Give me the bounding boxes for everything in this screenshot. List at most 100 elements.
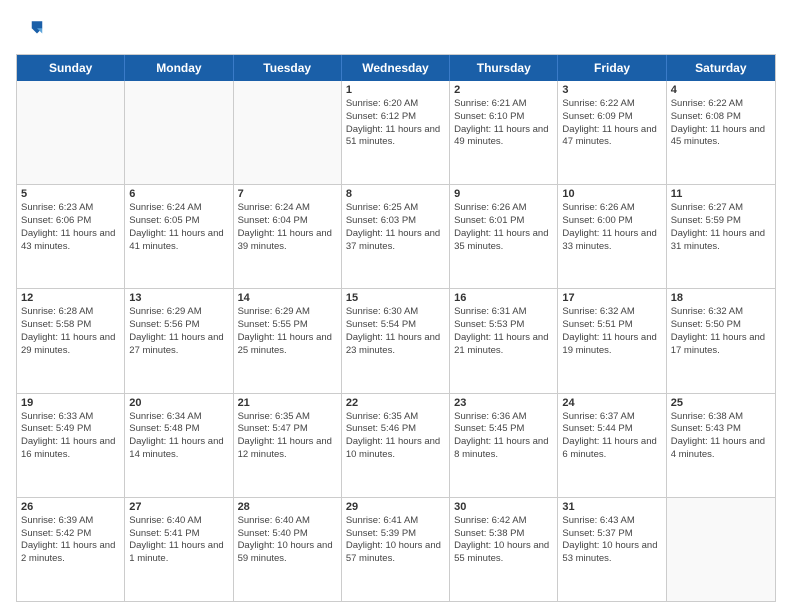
day-cell-23: 23 Sunrise: 6:36 AMSunset: 5:45 PMDayligh… (450, 394, 558, 497)
day-cell-31: 31 Sunrise: 6:43 AMSunset: 5:37 PMDayligh… (558, 498, 666, 601)
day-number: 9 (454, 188, 553, 200)
day-info: Sunrise: 6:25 AMSunset: 6:03 PMDaylight:… (346, 202, 445, 253)
day-number: 14 (238, 292, 337, 304)
day-info: Sunrise: 6:20 AMSunset: 6:12 PMDaylight:… (346, 98, 445, 149)
day-info: Sunrise: 6:23 AMSunset: 6:06 PMDaylight:… (21, 202, 120, 253)
empty-cell (17, 81, 125, 184)
day-number: 8 (346, 188, 445, 200)
calendar: SundayMondayTuesdayWednesdayThursdayFrid… (16, 54, 776, 602)
calendar-week-1: 1 Sunrise: 6:20 AMSunset: 6:12 PMDaylight… (17, 81, 775, 185)
day-info: Sunrise: 6:32 AMSunset: 5:51 PMDaylight:… (562, 306, 661, 357)
day-number: 12 (21, 292, 120, 304)
day-info: Sunrise: 6:35 AMSunset: 5:46 PMDaylight:… (346, 411, 445, 462)
day-info: Sunrise: 6:27 AMSunset: 5:59 PMDaylight:… (671, 202, 771, 253)
day-info: Sunrise: 6:34 AMSunset: 5:48 PMDaylight:… (129, 411, 228, 462)
day-cell-20: 20 Sunrise: 6:34 AMSunset: 5:48 PMDayligh… (125, 394, 233, 497)
day-info: Sunrise: 6:32 AMSunset: 5:50 PMDaylight:… (671, 306, 771, 357)
day-info: Sunrise: 6:41 AMSunset: 5:39 PMDaylight:… (346, 515, 445, 566)
day-number: 11 (671, 188, 771, 200)
day-info: Sunrise: 6:26 AMSunset: 6:01 PMDaylight:… (454, 202, 553, 253)
day-cell-3: 3 Sunrise: 6:22 AMSunset: 6:09 PMDaylight… (558, 81, 666, 184)
day-number: 15 (346, 292, 445, 304)
empty-cell (667, 498, 775, 601)
day-cell-6: 6Sunrise: 6:24 AMSunset: 6:05 PMDaylight… (125, 185, 233, 288)
day-number: 18 (671, 292, 771, 304)
day-cell-7: 7 Sunrise: 6:24 AMSunset: 6:04 PMDaylight… (234, 185, 342, 288)
day-number: 30 (454, 501, 553, 513)
day-number: 19 (21, 397, 120, 409)
day-cell-30: 30 Sunrise: 6:42 AMSunset: 5:38 PMDayligh… (450, 498, 558, 601)
calendar-week-4: 19Sunrise: 6:33 AMSunset: 5:49 PMDayligh… (17, 394, 775, 498)
day-number: 6 (129, 188, 228, 200)
day-cell-1: 1 Sunrise: 6:20 AMSunset: 6:12 PMDaylight… (342, 81, 450, 184)
day-number: 3 (562, 84, 661, 96)
day-cell-17: 17 Sunrise: 6:32 AMSunset: 5:51 PMDayligh… (558, 289, 666, 392)
day-info: Sunrise: 6:36 AMSunset: 5:45 PMDaylight:… (454, 411, 553, 462)
day-info: Sunrise: 6:31 AMSunset: 5:53 PMDaylight:… (454, 306, 553, 357)
calendar-week-2: 5 Sunrise: 6:23 AMSunset: 6:06 PMDaylight… (17, 185, 775, 289)
day-number: 24 (562, 397, 661, 409)
day-number: 17 (562, 292, 661, 304)
empty-cell (234, 81, 342, 184)
logo-icon (16, 16, 44, 44)
day-cell-12: 12 Sunrise: 6:28 AMSunset: 5:58 PMDayligh… (17, 289, 125, 392)
day-info: Sunrise: 6:42 AMSunset: 5:38 PMDaylight:… (454, 515, 553, 566)
header-day-thursday: Thursday (450, 55, 558, 81)
day-number: 26 (21, 501, 120, 513)
day-cell-18: 18 Sunrise: 6:32 AMSunset: 5:50 PMDayligh… (667, 289, 775, 392)
day-cell-11: 11 Sunrise: 6:27 AMSunset: 5:59 PMDayligh… (667, 185, 775, 288)
header-day-monday: Monday (125, 55, 233, 81)
day-number: 16 (454, 292, 553, 304)
day-cell-8: 8 Sunrise: 6:25 AMSunset: 6:03 PMDaylight… (342, 185, 450, 288)
day-info: Sunrise: 6:29 AMSunset: 5:55 PMDaylight:… (238, 306, 337, 357)
day-info: Sunrise: 6:22 AMSunset: 6:08 PMDaylight:… (671, 98, 771, 149)
day-number: 20 (129, 397, 228, 409)
day-info: Sunrise: 6:39 AMSunset: 5:42 PMDaylight:… (21, 515, 120, 566)
day-cell-25: 25 Sunrise: 6:38 AMSunset: 5:43 PMDayligh… (667, 394, 775, 497)
day-cell-19: 19Sunrise: 6:33 AMSunset: 5:49 PMDayligh… (17, 394, 125, 497)
day-info: Sunrise: 6:29 AMSunset: 5:56 PMDaylight:… (129, 306, 228, 357)
day-info: Sunrise: 6:22 AMSunset: 6:09 PMDaylight:… (562, 98, 661, 149)
day-cell-22: 22Sunrise: 6:35 AMSunset: 5:46 PMDayligh… (342, 394, 450, 497)
day-info: Sunrise: 6:26 AMSunset: 6:00 PMDaylight:… (562, 202, 661, 253)
header-day-friday: Friday (558, 55, 666, 81)
calendar-header: SundayMondayTuesdayWednesdayThursdayFrid… (17, 55, 775, 81)
day-info: Sunrise: 6:21 AMSunset: 6:10 PMDaylight:… (454, 98, 553, 149)
day-info: Sunrise: 6:38 AMSunset: 5:43 PMDaylight:… (671, 411, 771, 462)
day-cell-29: 29 Sunrise: 6:41 AMSunset: 5:39 PMDayligh… (342, 498, 450, 601)
day-number: 7 (238, 188, 337, 200)
day-info: Sunrise: 6:24 AMSunset: 6:04 PMDaylight:… (238, 202, 337, 253)
day-cell-21: 21 Sunrise: 6:35 AMSunset: 5:47 PMDayligh… (234, 394, 342, 497)
day-cell-27: 27Sunrise: 6:40 AMSunset: 5:41 PMDayligh… (125, 498, 233, 601)
day-info: Sunrise: 6:40 AMSunset: 5:40 PMDaylight:… (238, 515, 337, 566)
day-number: 25 (671, 397, 771, 409)
day-cell-16: 16 Sunrise: 6:31 AMSunset: 5:53 PMDayligh… (450, 289, 558, 392)
day-number: 31 (562, 501, 661, 513)
day-number: 29 (346, 501, 445, 513)
day-info: Sunrise: 6:28 AMSunset: 5:58 PMDaylight:… (21, 306, 120, 357)
day-number: 2 (454, 84, 553, 96)
day-number: 10 (562, 188, 661, 200)
day-info: Sunrise: 6:37 AMSunset: 5:44 PMDaylight:… (562, 411, 661, 462)
day-cell-2: 2 Sunrise: 6:21 AMSunset: 6:10 PMDaylight… (450, 81, 558, 184)
day-info: Sunrise: 6:43 AMSunset: 5:37 PMDaylight:… (562, 515, 661, 566)
day-cell-24: 24 Sunrise: 6:37 AMSunset: 5:44 PMDayligh… (558, 394, 666, 497)
day-cell-5: 5 Sunrise: 6:23 AMSunset: 6:06 PMDaylight… (17, 185, 125, 288)
day-number: 1 (346, 84, 445, 96)
day-number: 5 (21, 188, 120, 200)
header-day-tuesday: Tuesday (234, 55, 342, 81)
day-number: 13 (129, 292, 228, 304)
day-number: 27 (129, 501, 228, 513)
day-cell-9: 9 Sunrise: 6:26 AMSunset: 6:01 PMDaylight… (450, 185, 558, 288)
day-cell-14: 14 Sunrise: 6:29 AMSunset: 5:55 PMDayligh… (234, 289, 342, 392)
empty-cell (125, 81, 233, 184)
day-number: 23 (454, 397, 553, 409)
day-info: Sunrise: 6:35 AMSunset: 5:47 PMDaylight:… (238, 411, 337, 462)
day-cell-13: 13 Sunrise: 6:29 AMSunset: 5:56 PMDayligh… (125, 289, 233, 392)
header-day-sunday: Sunday (17, 55, 125, 81)
calendar-body: 1 Sunrise: 6:20 AMSunset: 6:12 PMDaylight… (17, 81, 775, 601)
day-number: 21 (238, 397, 337, 409)
day-cell-4: 4 Sunrise: 6:22 AMSunset: 6:08 PMDaylight… (667, 81, 775, 184)
calendar-week-3: 12 Sunrise: 6:28 AMSunset: 5:58 PMDayligh… (17, 289, 775, 393)
day-number: 4 (671, 84, 771, 96)
